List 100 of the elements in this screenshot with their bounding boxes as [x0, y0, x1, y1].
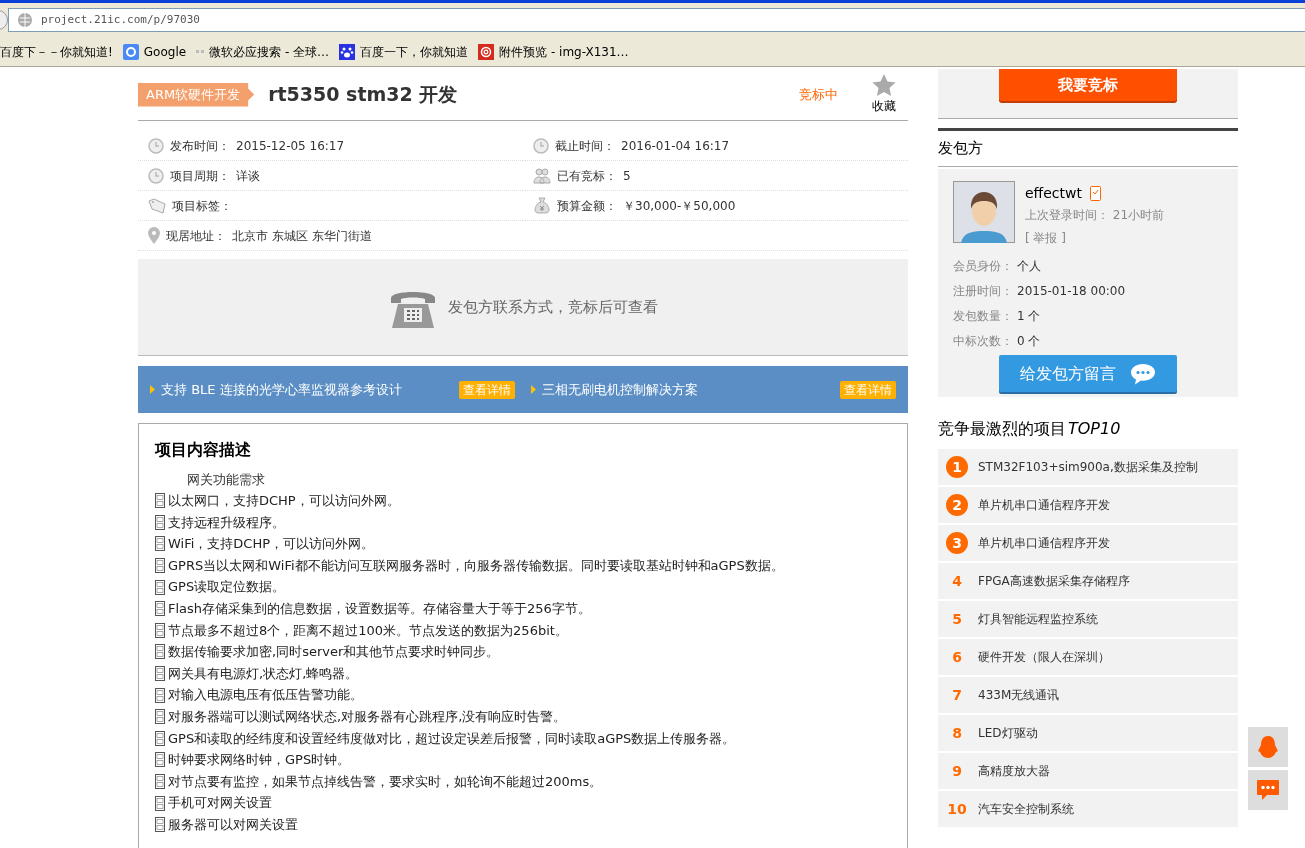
- field-value: 详谈: [236, 167, 260, 185]
- field-label: 项目周期：: [170, 167, 230, 185]
- ranking-item[interactable]: 2 单片机串口通信程序开发: [938, 487, 1238, 523]
- requirement-text: Flash存储采集到的信息数据，设置数据等。存储容量大于等于256字节。: [168, 600, 591, 618]
- intro-text: 网关功能需求: [186, 471, 266, 489]
- field-label: 注册时间：: [953, 282, 1013, 300]
- field-value: 5: [623, 167, 631, 185]
- field-value: 个人: [1017, 257, 1041, 275]
- field-value: 1 个: [1017, 307, 1041, 325]
- status-label: 竞标中: [799, 85, 838, 104]
- contact-notice: 发包方联系方式，竞标后可查看: [448, 296, 658, 318]
- star-icon: [872, 74, 896, 97]
- ranking-item[interactable]: 1 STM32F103+sim900a,数据采集及控制: [938, 449, 1238, 485]
- requirement-text: 对服务器端可以测试网络状态,对服务器有心跳程序,没有响应时告警。: [168, 708, 567, 726]
- missing-glyph-icon: [155, 709, 165, 725]
- missing-glyph-icon: [155, 514, 165, 530]
- ranking-item[interactable]: 3 单片机串口通信程序开发: [938, 525, 1238, 561]
- missing-glyph-icon: [155, 687, 165, 703]
- globe-icon: [17, 12, 33, 28]
- requirement-text: 网关具有电源灯,状态灯,蜂鸣器。: [168, 664, 359, 683]
- requirement-text: 以太网口，支持DCHP，可以访问外网。: [168, 492, 400, 511]
- clock-icon: [533, 137, 549, 154]
- requirement-text: GPS和读取的经纬度和设置经纬度做对比，超过设定误差后报警，同时读取aGPS数据上传服务器。: [168, 729, 736, 748]
- field-label: 已有竞标：: [557, 167, 617, 185]
- url-text: project.21ic.com/p/97030: [41, 11, 200, 28]
- requirement-text: 服务器可以对网关设置: [168, 815, 298, 834]
- missing-glyph-icon: [155, 536, 165, 552]
- field-label: 会员身份：: [953, 257, 1013, 275]
- last-login-text: 上次登录时间： 21小时前: [1025, 207, 1165, 224]
- section-heading: 竞争最激烈的项目 TOP10: [938, 418, 1122, 440]
- field-label: 现居地址：: [166, 227, 226, 245]
- rank-badge: 2: [946, 494, 968, 516]
- rank-number: 7: [951, 685, 963, 705]
- bookmark[interactable]: 百度一下，你就知道: [339, 42, 469, 61]
- missing-glyph-icon: [155, 666, 165, 682]
- missing-glyph-icon: [155, 774, 165, 789]
- feedback-button[interactable]: [1248, 770, 1288, 810]
- ranking-item[interactable]: 4 FPGA高速数据采集存储程序: [938, 563, 1238, 599]
- field-value: 北京市 东城区 东华门街道: [232, 227, 372, 245]
- penguin-icon: [1256, 735, 1280, 759]
- missing-glyph-icon: [155, 579, 165, 595]
- bookmark[interactable]: 百度下－－你就知道!: [0, 42, 113, 61]
- ranking-item[interactable]: 6 硬件开发（限人在深圳）: [938, 639, 1238, 675]
- favorite-button[interactable]: 收藏: [872, 74, 896, 115]
- ranking-item[interactable]: 9 高精度放大器: [938, 753, 1238, 789]
- field-label: 截止时间：: [555, 137, 615, 155]
- triangle-bullet-icon: [150, 385, 155, 394]
- rank-number: 4: [951, 571, 963, 591]
- section-heading: 发包方: [938, 131, 1238, 167]
- missing-glyph-icon: [155, 795, 165, 811]
- requirement-text: 对输入电源电压有低压告警功能。: [168, 686, 363, 705]
- requirement-text: 时钟要求网络时钟，GPS时钟。: [168, 751, 351, 770]
- missing-glyph-icon: [155, 622, 165, 638]
- field-label: 发布时间：: [170, 137, 230, 155]
- missing-glyph-icon: [155, 817, 165, 833]
- rank-number: 9: [951, 761, 963, 781]
- field-value: 2015-01-18 00:00: [1017, 282, 1126, 300]
- project-title: rt5350 stm32 开发: [268, 82, 458, 108]
- rank-number: 6: [951, 647, 963, 667]
- requirement-text: 对节点要有监控，如果节点掉线告警，要求实时，如轮询不能超过200ms。: [168, 772, 603, 791]
- field-value: 0 个: [1017, 332, 1041, 350]
- requirement-text: 节点最多不超过8个，距离不超过100米。节点发送的数据为256bit。: [168, 621, 568, 640]
- ranking-item[interactable]: 5 灯具智能远程监控系统: [938, 601, 1238, 637]
- missing-glyph-icon: [155, 493, 165, 509]
- rank-badge: 3: [946, 532, 968, 554]
- bookmark[interactable]: 微软必应搜索 - 全球…: [196, 42, 330, 61]
- triangle-bullet-icon: [531, 385, 536, 394]
- people-icon: [533, 167, 551, 184]
- requirement-text: GPS读取定位数据。: [168, 578, 286, 597]
- location-pin-icon: [148, 227, 160, 244]
- requirement-text: 手机可对网关设置: [168, 794, 272, 813]
- paw-icon: [339, 43, 356, 60]
- requirement-text: GPRS当以太网和WiFi都不能访问互联网服务器时，向服务器传输数据。同时要读取基站时钟和aGPS数据。: [168, 556, 784, 575]
- clock-icon: [148, 167, 164, 184]
- field-label: 中标次数：: [953, 332, 1013, 350]
- bookmark[interactable]: 附件预览 - img-X131…: [478, 42, 629, 61]
- ranking-item[interactable]: 7 433M无线通讯: [938, 677, 1238, 713]
- ranking-item[interactable]: 8 LED灯驱动: [938, 715, 1238, 751]
- publisher-name: effectwt: [1025, 184, 1082, 203]
- ranking-item[interactable]: 10 汽车安全控制系统: [938, 791, 1238, 827]
- field-label: 预算金额：: [557, 197, 617, 215]
- field-label: 发包数量：: [953, 307, 1013, 325]
- bookmark[interactable]: Google: [122, 42, 187, 61]
- field-label: 项目标签：: [172, 197, 232, 215]
- section-heading: 项目内容描述: [155, 439, 252, 461]
- requirement-text: 支持远程升级程序。: [168, 513, 285, 532]
- requirement-text: WiFi，支持DCHP，可以访问外网。: [168, 535, 375, 554]
- requirement-text: 数据传输要求加密,同时server和其他节点要求时钟同步。: [168, 643, 500, 662]
- missing-glyph-icon: [155, 730, 165, 746]
- rank-number: 10: [946, 799, 968, 819]
- field-value: 2015-12-05 16:17: [236, 137, 345, 155]
- rank-badge: 1: [946, 456, 968, 478]
- address-bar[interactable]: project.21ic.com/p/97030: [8, 8, 1305, 32]
- rank-number: 5: [951, 609, 963, 629]
- field-value: ￥30,000-￥50,000: [623, 197, 736, 215]
- missing-glyph-icon: [155, 601, 165, 617]
- money-bag-icon: [533, 197, 551, 214]
- qq-button[interactable]: [1248, 727, 1288, 767]
- tag-icon: [148, 197, 166, 214]
- missing-glyph-icon: [155, 644, 165, 660]
